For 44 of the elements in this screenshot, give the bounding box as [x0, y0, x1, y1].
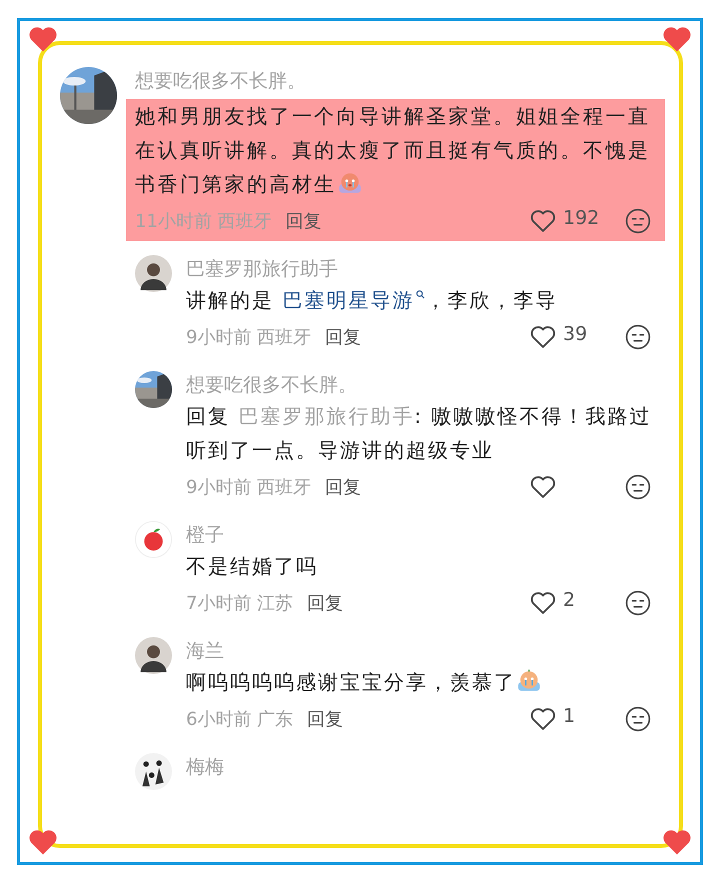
comment-time: 9小时前 西班牙: [186, 326, 312, 349]
dislike-icon[interactable]: [625, 474, 651, 500]
comment-time: 11小时前 西班牙: [135, 210, 272, 233]
avatar-icon: [135, 637, 172, 674]
user-name[interactable]: 海兰: [186, 637, 659, 665]
user-name[interactable]: 想要吃很多不长胖。: [186, 371, 659, 399]
comment-text: 回复 巴塞罗那旅行助手: 嗷嗷嗷怪不得！我路过听到了一点。导游讲的超级专业: [186, 403, 652, 464]
heart-icon: [662, 828, 692, 856]
comment-text: 啊呜呜呜呜感谢宝宝分享，羡慕了: [186, 665, 659, 699]
heart-icon: [28, 828, 58, 856]
user-name[interactable]: 想要吃很多不长胖。: [135, 67, 659, 95]
reply-button[interactable]: 回复: [307, 591, 344, 615]
dislike-icon[interactable]: [625, 706, 651, 732]
user-name[interactable]: 橙子: [186, 521, 659, 549]
crying-face-icon: [516, 667, 542, 693]
search-icon: [416, 290, 426, 299]
like-count: 2: [563, 589, 576, 611]
apple-icon: [135, 521, 172, 558]
like-icon[interactable]: [529, 705, 557, 733]
user-name[interactable]: 巴塞罗那旅行助手: [186, 255, 659, 283]
like-icon[interactable]: [529, 323, 557, 351]
dislike-icon[interactable]: [625, 590, 651, 616]
reply-button[interactable]: 回复: [307, 707, 344, 731]
dislike-icon[interactable]: [625, 208, 651, 234]
reply-button[interactable]: 回复: [325, 325, 362, 349]
comment-time: 7小时前 江苏: [186, 592, 294, 615]
reply-button[interactable]: 回复: [286, 209, 322, 233]
comment-text: 她和男朋友找了一个向导讲解圣家堂。姐姐全程一直在认真听讲解。真的太瘦了而且挺有气质的。不愧是书香门第家的高材生: [135, 103, 652, 198]
dislike-icon[interactable]: [625, 324, 651, 350]
like-icon[interactable]: [529, 589, 557, 617]
like-icon[interactable]: [529, 207, 557, 235]
comment-text: 讲解的是 巴塞明星导游 ，李欣，李导: [186, 287, 558, 314]
avatar-icon: [135, 255, 172, 292]
like-count: 192: [563, 207, 600, 229]
reply-button[interactable]: 回复: [325, 475, 362, 499]
comment-text: 不是结婚了吗: [186, 553, 319, 580]
comment-time: 6小时前 广东: [186, 708, 294, 731]
heart-icon: [28, 25, 58, 53]
user-name[interactable]: 梅梅: [186, 753, 659, 781]
comment-time: 9小时前 西班牙: [186, 476, 312, 499]
heart-icon: [662, 25, 692, 53]
like-count: 1: [563, 705, 576, 727]
like-count: 39: [563, 323, 588, 345]
like-icon[interactable]: [529, 473, 557, 501]
